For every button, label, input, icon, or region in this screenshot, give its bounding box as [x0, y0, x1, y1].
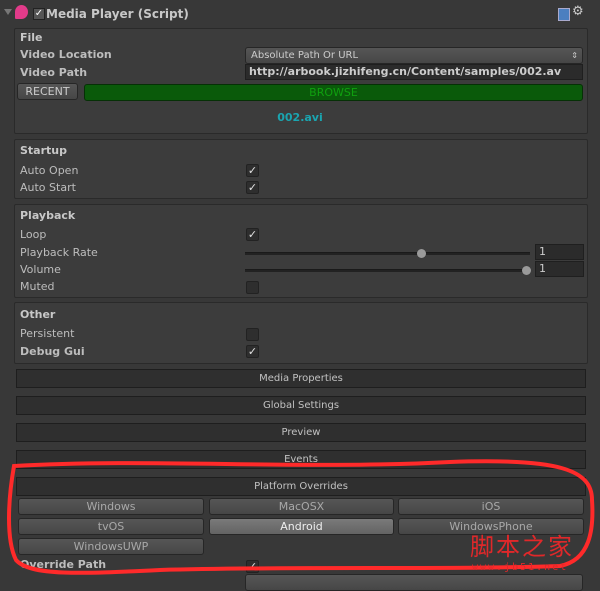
watermark-url: www.jb51.net — [472, 562, 569, 573]
red-annotation-outline — [7, 459, 595, 575]
watermark-logo: 脚本之家 — [470, 533, 574, 561]
